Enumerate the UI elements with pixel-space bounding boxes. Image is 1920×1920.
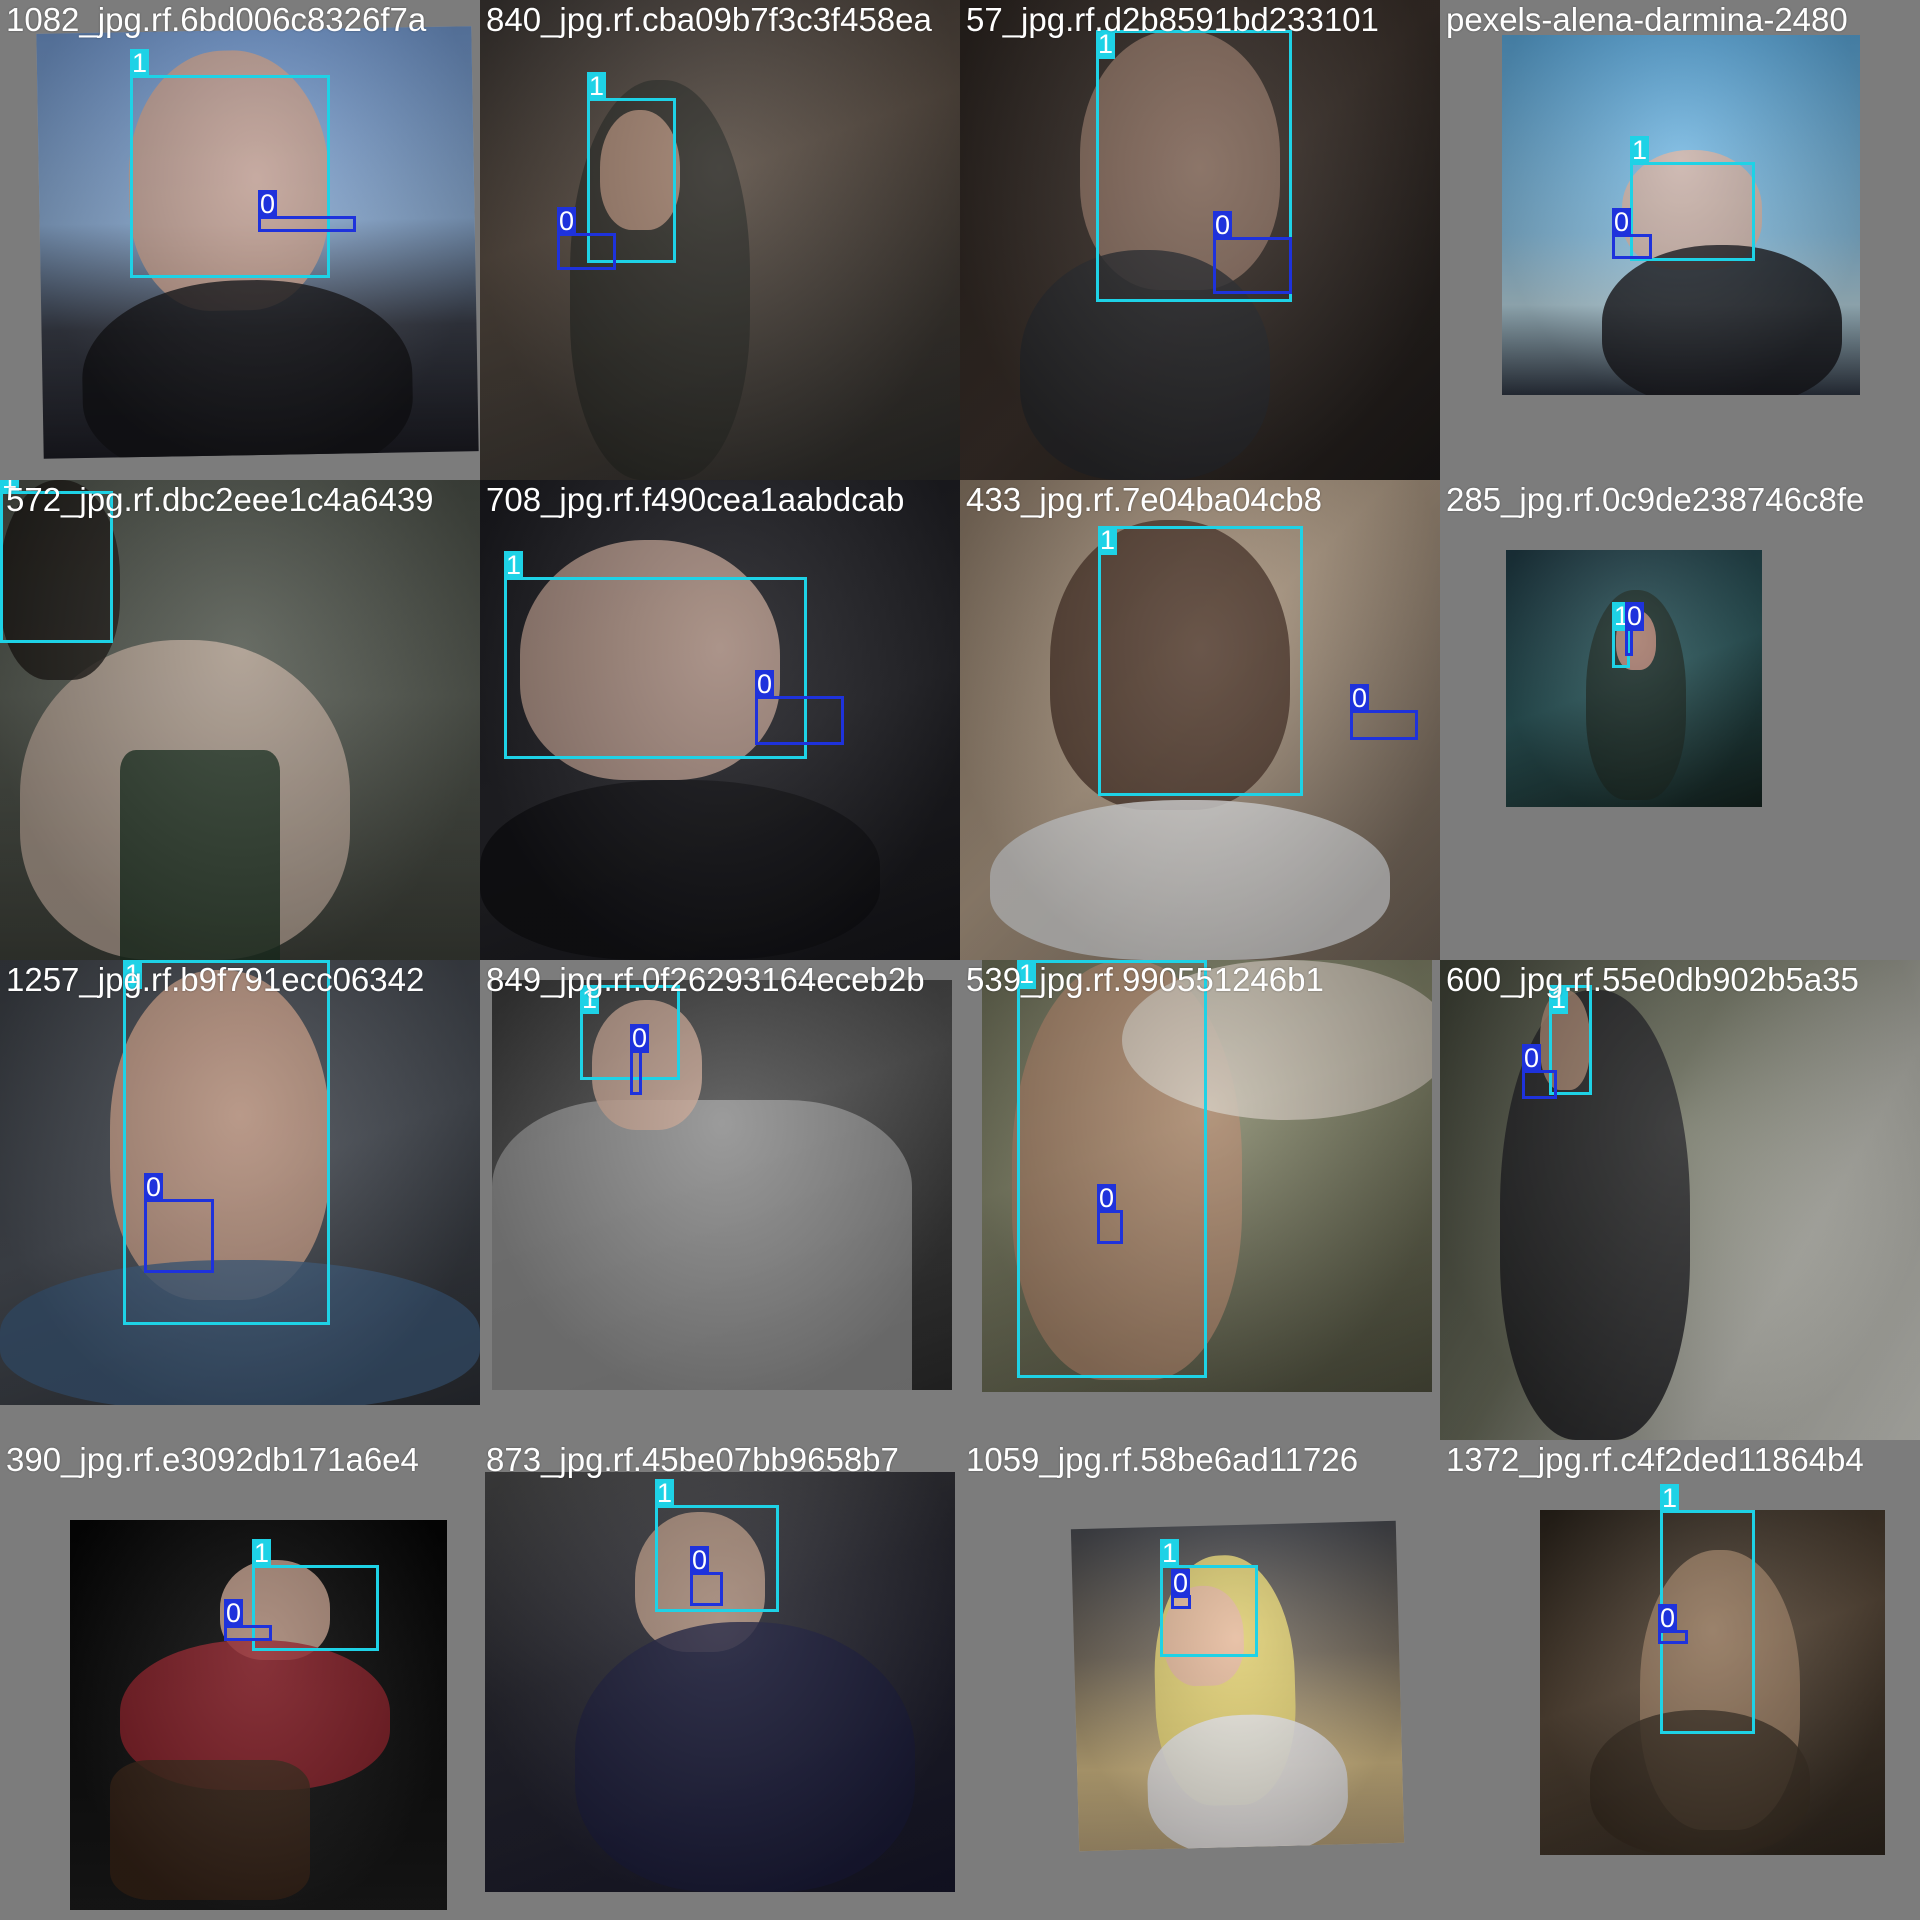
cigarette-box: 0 xyxy=(1350,684,1418,740)
tile-12: 1 0 600_jpg.rf.55e0db902b5a35 xyxy=(1440,960,1920,1440)
cigarette-box: 0 xyxy=(1171,1569,1191,1609)
tile-13: 1 0 390_jpg.rf.e3092db171a6e4 xyxy=(0,1440,480,1920)
cigarette-box: 0 xyxy=(1213,211,1292,294)
tile-4: 1 0 pexels-alena-darmina-2480 xyxy=(1440,0,1920,480)
class-label: 0 xyxy=(1171,1568,1191,1598)
filename-label: 1372_jpg.rf.c4f2ded11864b4 xyxy=(1446,1441,1864,1478)
filename-label: 390_jpg.rf.e3092db171a6e4 xyxy=(6,1441,419,1478)
cigarette-box: 0 xyxy=(755,670,844,745)
face-box: 1 xyxy=(1017,960,1207,1378)
filename-label: 1082_jpg.rf.6bd006c8326f7a xyxy=(6,1,427,38)
tile-7: 1 0 433_jpg.rf.7e04ba04cb8 xyxy=(960,480,1440,960)
photo xyxy=(480,0,960,480)
photo xyxy=(492,980,952,1390)
class-label: 1 xyxy=(130,48,150,78)
class-label: 0 xyxy=(1350,683,1370,713)
class-label: 0 xyxy=(258,189,278,219)
class-label: 1 xyxy=(504,550,524,580)
class-label: 1 xyxy=(1660,1483,1680,1513)
class-label: 0 xyxy=(224,1598,244,1628)
class-label: 0 xyxy=(557,206,577,236)
class-label: 1 xyxy=(1098,525,1118,555)
tile-15: 1 0 1059_jpg.rf.58be6ad11726 xyxy=(960,1440,1440,1920)
cigarette-box: 0 xyxy=(224,1599,272,1641)
tile-11: 1 0 539_jpg.rf.990551246b1 xyxy=(960,960,1440,1440)
class-label: 0 xyxy=(690,1545,710,1575)
tile-9: 1 0 1257_jpg.rf.b9f791ecc06342 xyxy=(0,960,480,1440)
filename-label: 849_jpg.rf.0f26293164eceb2b xyxy=(486,961,925,998)
face-box: 1 xyxy=(130,49,330,278)
filename-label: 57_jpg.rf.d2b8591bd233101 xyxy=(966,1,1379,38)
filename-label: 1257_jpg.rf.b9f791ecc06342 xyxy=(6,961,425,998)
cigarette-box: 0 xyxy=(1658,1604,1688,1644)
tile-1: 1 0 1082_jpg.rf.6bd006c8326f7a xyxy=(0,0,480,480)
class-label: 0 xyxy=(1213,210,1233,240)
photo xyxy=(1440,960,1920,1440)
filename-label: 539_jpg.rf.990551246b1 xyxy=(966,961,1324,998)
tile-6: 1 0 708_jpg.rf.f490cea1aabdcab xyxy=(480,480,960,960)
class-label: 1 xyxy=(1160,1538,1180,1568)
cigarette-box: 0 xyxy=(630,1024,650,1095)
class-label: 0 xyxy=(1097,1183,1117,1213)
class-label: 0 xyxy=(630,1023,650,1053)
class-label: 0 xyxy=(1658,1603,1678,1633)
filename-label: 1059_jpg.rf.58be6ad11726 xyxy=(966,1441,1359,1478)
class-label: 0 xyxy=(144,1172,164,1202)
cigarette-box: 0 xyxy=(1097,1184,1123,1244)
filename-label: 600_jpg.rf.55e0db902b5a35 xyxy=(1446,961,1859,998)
tile-8: 1 0 285_jpg.rf.0c9de238746c8fe xyxy=(1440,480,1920,960)
face-box: 1 xyxy=(1098,526,1303,796)
filename-label: pexels-alena-darmina-2480 xyxy=(1446,1,1848,38)
filename-label: 572_jpg.rf.dbc2eee1c4a6439 xyxy=(6,481,434,518)
class-label: 1 xyxy=(655,1478,675,1508)
filename-label: 840_jpg.rf.cba09b7f3c3f458ea xyxy=(486,1,932,38)
tile-5: 1 572_jpg.rf.dbc2eee1c4a6439 xyxy=(0,480,480,960)
class-label: 0 xyxy=(755,669,775,699)
tile-2: 1 0 840_jpg.rf.cba09b7f3c3f458ea xyxy=(480,0,960,480)
tile-10: 1 0 849_jpg.rf.0f26293164eceb2b xyxy=(480,960,960,1440)
cigarette-box: 0 xyxy=(690,1546,723,1606)
filename-label: 708_jpg.rf.f490cea1aabdcab xyxy=(486,481,905,518)
class-label: 1 xyxy=(252,1538,272,1568)
class-label: 0 xyxy=(1612,207,1632,237)
class-label: 0 xyxy=(1625,601,1645,631)
cigarette-box: 0 xyxy=(1625,602,1645,656)
filename-label: 433_jpg.rf.7e04ba04cb8 xyxy=(966,481,1322,518)
cigarette-box: 0 xyxy=(1612,208,1652,259)
cigarette-box: 0 xyxy=(1522,1044,1557,1099)
class-label: 1 xyxy=(1630,135,1650,165)
tile-14: 1 0 873_jpg.rf.45be07bb9658b7 xyxy=(480,1440,960,1920)
filename-label: 873_jpg.rf.45be07bb9658b7 xyxy=(486,1441,899,1478)
filename-label: 285_jpg.rf.0c9de238746c8fe xyxy=(1446,481,1865,518)
tile-3: 1 0 57_jpg.rf.d2b8591bd233101 xyxy=(960,0,1440,480)
photo xyxy=(1506,550,1762,807)
cigarette-box: 0 xyxy=(557,207,616,270)
cigarette-box: 0 xyxy=(258,190,356,232)
class-label: 1 xyxy=(587,71,607,101)
cigarette-box: 0 xyxy=(144,1173,214,1273)
tile-16: 1 0 1372_jpg.rf.c4f2ded11864b4 xyxy=(1440,1440,1920,1920)
detection-mosaic: 1 0 1082_jpg.rf.6bd006c8326f7a 1 0 840_j… xyxy=(0,0,1920,1920)
class-label: 0 xyxy=(1522,1043,1542,1073)
